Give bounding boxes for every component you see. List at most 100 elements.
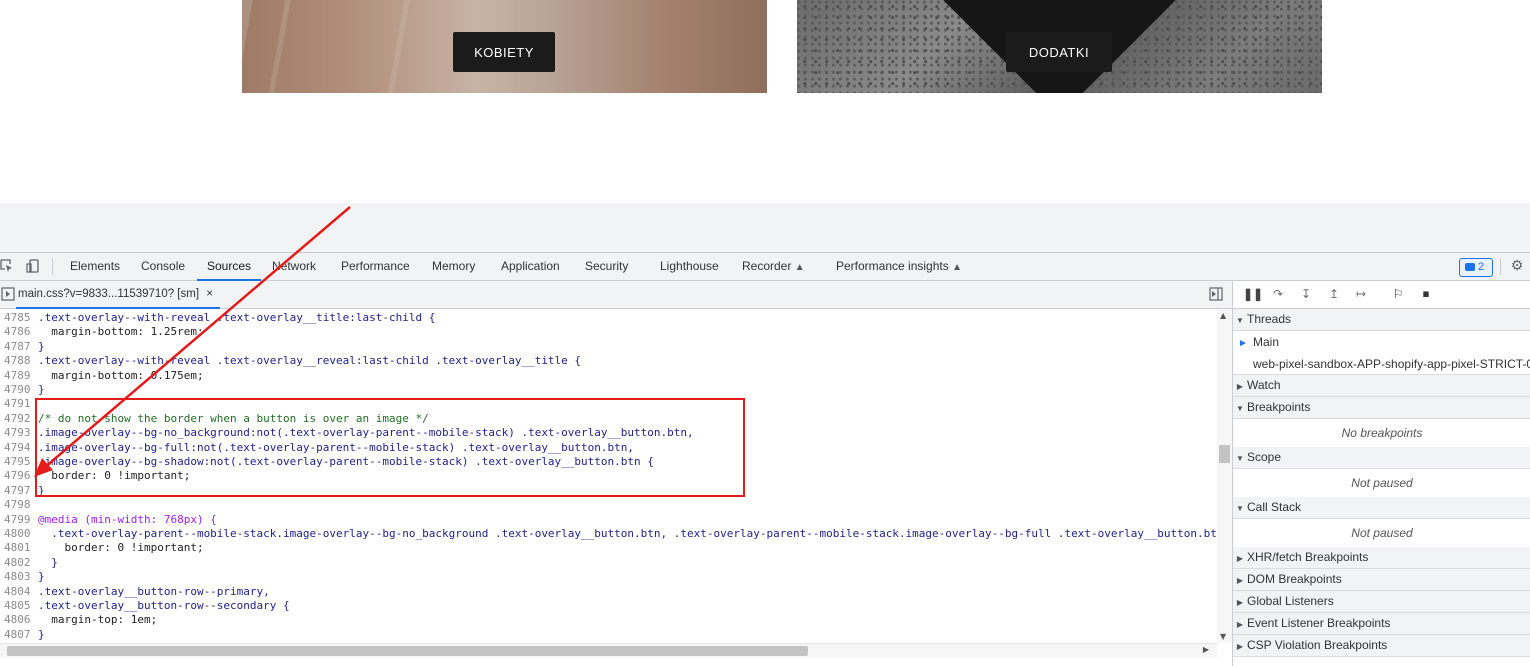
kobiety-button[interactable]: KOBIETY	[453, 32, 555, 72]
toggle-debugger-icon[interactable]	[1209, 287, 1223, 301]
code-line[interactable]: 4798	[0, 498, 38, 512]
issues-badge[interactable]: 2	[1459, 258, 1493, 277]
code-line[interactable]: 4789 margin-bottom: 0.175em;	[0, 369, 204, 383]
tab-performance-insights[interactable]: Performance insights ▲	[836, 253, 962, 280]
code-text: margin-bottom: 1.25rem;	[38, 325, 204, 339]
global-listeners-header[interactable]: ▶ Global Listeners	[1233, 591, 1530, 613]
thread-main-label: Main	[1253, 335, 1280, 349]
line-number[interactable]: 4788	[0, 354, 38, 368]
tab-application[interactable]: Application	[501, 253, 560, 280]
code-line[interactable]: 4806 margin-top: 1em;	[0, 613, 157, 627]
scroll-thumb[interactable]	[7, 646, 808, 656]
expand-right-icon: ▶	[1236, 554, 1244, 563]
tab-lighthouse[interactable]: Lighthouse	[660, 253, 719, 280]
scope-section-header[interactable]: ▼ Scope	[1233, 447, 1530, 469]
breakpoints-section-header[interactable]: ▼ Breakpoints	[1233, 397, 1530, 419]
editor-vertical-scrollbar[interactable]: ▲ ▼	[1217, 309, 1232, 643]
code-line[interactable]: 4788 .text-overlay--with-reveal .text-ove…	[0, 354, 581, 368]
event-listener-breakpoints-header[interactable]: ▶ Event Listener Breakpoints	[1233, 613, 1530, 635]
editor-horizontal-scrollbar[interactable]: ▶	[0, 643, 1217, 658]
scroll-up-icon[interactable]: ▲	[1220, 311, 1226, 320]
code-line[interactable]: 4787}	[0, 340, 45, 354]
line-number[interactable]: 4803	[0, 570, 38, 584]
breakpoints-label: Breakpoints	[1247, 400, 1311, 414]
line-number[interactable]: 4802	[0, 556, 38, 570]
line-number[interactable]: 4800	[0, 527, 38, 541]
csp-violation-breakpoints-header[interactable]: ▶ CSP Violation Breakpoints	[1233, 635, 1530, 657]
line-number[interactable]: 4798	[0, 498, 38, 512]
code-line[interactable]: 4790}	[0, 383, 45, 397]
line-number[interactable]: 4786	[0, 325, 38, 339]
pause-icon[interactable]: ❚❚	[1243, 287, 1263, 301]
device-toolbar-icon[interactable]	[26, 259, 40, 273]
code-text: }	[38, 555, 58, 569]
scroll-right-icon[interactable]: ▶	[1203, 645, 1209, 654]
inspect-element-icon[interactable]	[0, 259, 14, 273]
line-number[interactable]: 4797	[0, 484, 38, 498]
line-number[interactable]: 4791	[0, 397, 38, 411]
code-line[interactable]: 4807}	[0, 628, 45, 642]
line-number[interactable]: 4799	[0, 513, 38, 527]
line-number[interactable]: 4795	[0, 455, 38, 469]
code-line[interactable]: 4785 .text-overlay--with-reveal .text-ove…	[0, 311, 435, 325]
code-text: }	[38, 339, 45, 353]
tab-memory[interactable]: Memory	[432, 253, 475, 280]
code-line[interactable]: 4800 .text-overlay-parent--mobile-stack.…	[0, 527, 1217, 541]
scroll-down-icon[interactable]: ▼	[1220, 632, 1226, 641]
line-number[interactable]: 4790	[0, 383, 38, 397]
code-line[interactable]: 4804 .text-overlay__button-row--primary,	[0, 585, 270, 599]
line-number[interactable]: 4804	[0, 585, 38, 599]
tab-sources[interactable]: Sources	[196, 253, 262, 281]
line-number[interactable]: 4796	[0, 469, 38, 483]
line-number[interactable]: 4807	[0, 628, 38, 642]
step-out-icon[interactable]: ↥	[1327, 287, 1341, 301]
callstack-label: Call Stack	[1247, 500, 1302, 514]
code-text: @media (min-width: 768px) {	[38, 512, 217, 526]
threads-section-header[interactable]: ▼ Threads	[1233, 309, 1530, 331]
thread-other-row[interactable]: web-pixel-sandbox-APP-shopify-app-pixel-…	[1233, 353, 1530, 375]
tab-performance[interactable]: Performance	[341, 253, 410, 280]
close-tab-icon[interactable]: ×	[206, 288, 213, 300]
file-tab-main-css[interactable]: main.css?v=9833...11539710? [sm] ×	[16, 281, 220, 309]
dodatki-button[interactable]: DODATKI	[1006, 32, 1112, 72]
code-line[interactable]: 4786 margin-bottom: 1.25rem;	[0, 325, 204, 339]
code-line[interactable]: 4801 border: 0 !important;	[0, 541, 204, 555]
code-line[interactable]: 4803}	[0, 570, 45, 584]
code-line[interactable]: 4802 }	[0, 556, 58, 570]
tab-network[interactable]: Network	[272, 253, 316, 280]
line-number[interactable]: 4787	[0, 340, 38, 354]
code-line[interactable]: 4791	[0, 397, 38, 411]
dom-breakpoints-header[interactable]: ▶ DOM Breakpoints	[1233, 569, 1530, 591]
code-line[interactable]: 4805 .text-overlay__button-row--secondary…	[0, 599, 290, 613]
code-text: }	[38, 383, 45, 396]
callstack-section-header[interactable]: ▼ Call Stack	[1233, 497, 1530, 519]
tab-console[interactable]: Console	[141, 253, 185, 280]
scroll-thumb[interactable]	[1219, 445, 1230, 463]
tab-security[interactable]: Security	[585, 253, 628, 280]
toggle-navigator-icon[interactable]	[1, 287, 15, 301]
step-into-icon[interactable]: ↧	[1299, 287, 1313, 301]
line-number[interactable]: 4793	[0, 426, 38, 440]
line-number[interactable]: 4792	[0, 412, 38, 426]
callstack-not-paused-text: Not paused	[1233, 519, 1530, 549]
watch-section-header[interactable]: ▶ Watch	[1233, 375, 1530, 397]
line-number[interactable]: 4785	[0, 311, 38, 325]
step-over-icon[interactable]: ↷	[1271, 287, 1285, 301]
tab-elements[interactable]: Elements	[70, 253, 120, 280]
hero-image-accessories[interactable]: DODATKI	[797, 0, 1322, 93]
thread-main-row[interactable]: ► Main	[1233, 331, 1530, 353]
code-line[interactable]: 4799 @media (min-width: 768px) {	[0, 513, 217, 527]
tab-recorder[interactable]: Recorder ▲	[742, 253, 805, 280]
line-number[interactable]: 4806	[0, 613, 38, 627]
line-number[interactable]: 4801	[0, 541, 38, 555]
pause-on-exceptions-icon[interactable]: ⏹	[1419, 287, 1433, 301]
deactivate-breakpoints-icon[interactable]: ⚐	[1391, 287, 1405, 301]
step-icon[interactable]: ↦	[1354, 287, 1368, 301]
line-number[interactable]: 4805	[0, 599, 38, 613]
line-number[interactable]: 4789	[0, 369, 38, 383]
line-number[interactable]: 4794	[0, 441, 38, 455]
xhr-breakpoints-header[interactable]: ▶ XHR/fetch Breakpoints	[1233, 547, 1530, 569]
hero-image-women[interactable]: KOBIETY	[242, 0, 767, 93]
settings-gear-icon[interactable]: ⚙	[1510, 259, 1524, 273]
dom-breakpoints-label: DOM Breakpoints	[1247, 572, 1342, 586]
